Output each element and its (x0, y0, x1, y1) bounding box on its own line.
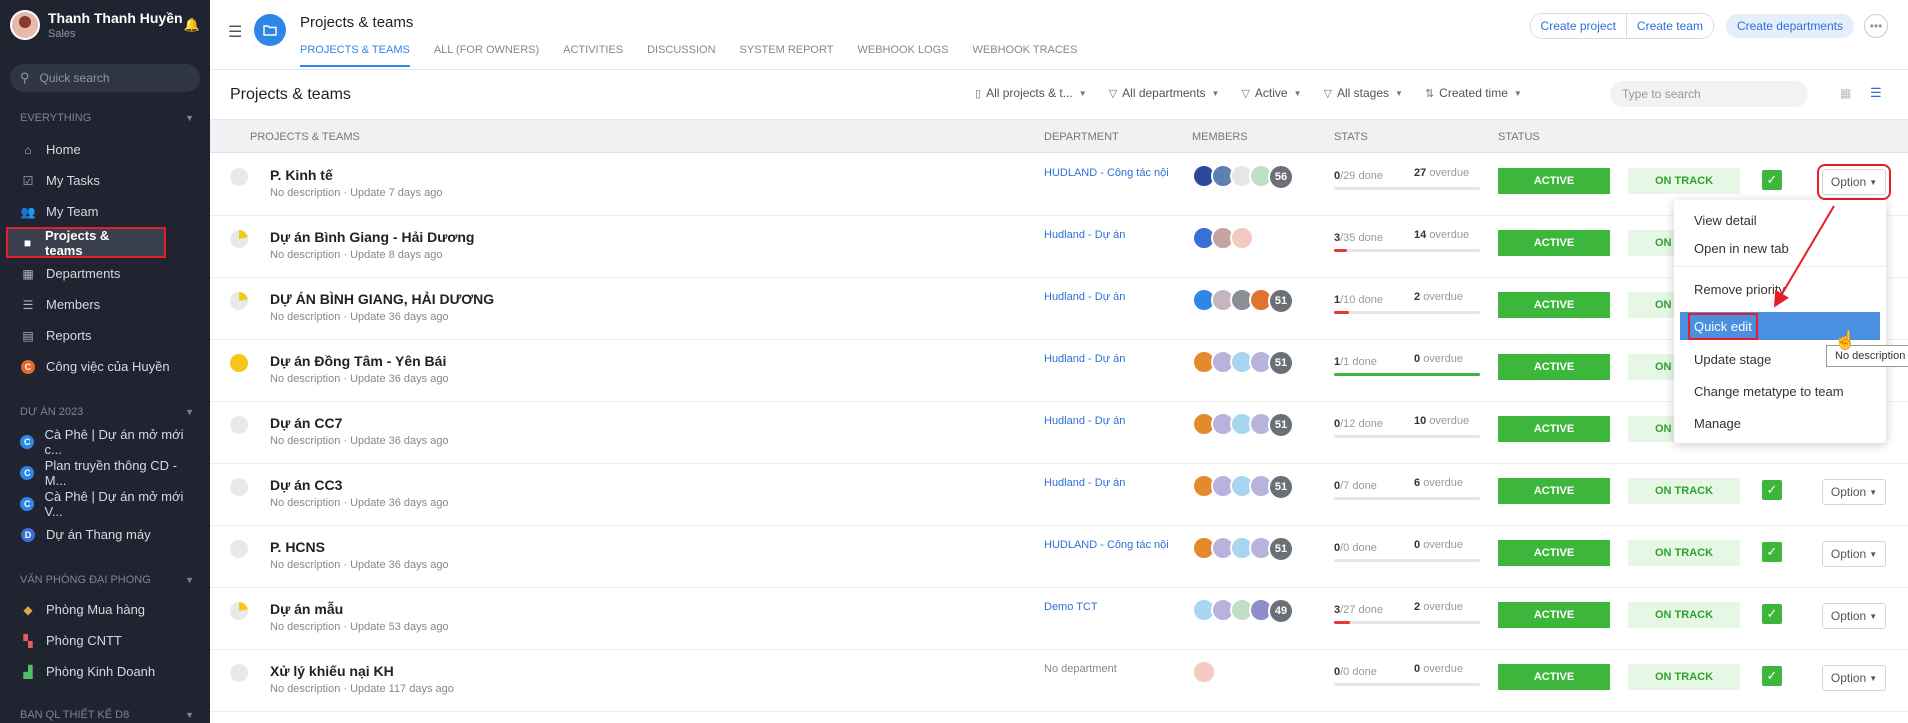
annotation-arrow (1773, 205, 1835, 308)
